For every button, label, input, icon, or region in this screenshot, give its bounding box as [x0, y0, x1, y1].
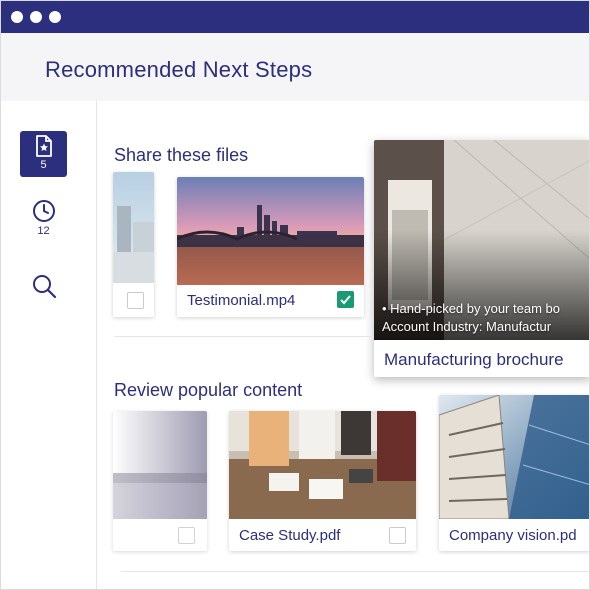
file-thumbnail [229, 411, 416, 519]
file-thumbnail [113, 172, 154, 283]
recent-count: 12 [37, 225, 50, 237]
file-name: Testimonial.mp4 [187, 292, 296, 309]
recommendation-reason: • Hand-picked by your team bo [382, 301, 560, 316]
sidebar-item-search[interactable] [20, 273, 67, 304]
file-thumbnail [113, 411, 207, 519]
file-thumbnail [177, 177, 364, 285]
file-card[interactable]: Testimonial.mp4 [177, 177, 364, 317]
sidebar-item-recommended[interactable]: 5 [20, 131, 67, 177]
recommended-count: 5 [40, 159, 47, 171]
starred-file-icon [35, 135, 52, 157]
file-name: Case Study.pdf [239, 527, 341, 544]
select-checkbox[interactable] [127, 292, 144, 309]
file-thumbnail: • Hand-picked by your team bo Account In… [374, 140, 589, 340]
window-dot-icon[interactable] [11, 11, 23, 23]
recommendation-reason: Account Industry: Manufactur [382, 319, 552, 334]
file-card[interactable] [113, 411, 207, 551]
window-dot-icon[interactable] [49, 11, 61, 23]
file-thumbnail [439, 395, 589, 519]
section-title-share: Share these files [114, 145, 249, 165]
search-icon [32, 275, 56, 299]
checkmark-icon [340, 295, 351, 305]
sidebar-item-recent[interactable]: 12 [20, 199, 67, 237]
select-checkbox[interactable] [178, 527, 195, 544]
file-card-highlighted[interactable]: • Hand-picked by your team bo Account In… [374, 140, 589, 377]
title-bar [1, 1, 589, 33]
sidebar: 5 12 [1, 101, 97, 589]
file-name: Manufacturing brochure [384, 350, 564, 369]
file-card[interactable]: Company vision.pd [439, 395, 589, 551]
page-title: Recommended Next Steps [45, 57, 313, 82]
page-header: Recommended Next Steps [1, 33, 589, 101]
clock-icon [32, 200, 55, 222]
section-divider [121, 571, 589, 572]
section-title-review: Review popular content [114, 380, 303, 400]
select-checkbox[interactable] [337, 291, 354, 308]
window-dot-icon[interactable] [30, 11, 42, 23]
select-checkbox[interactable] [389, 527, 406, 544]
section-divider [114, 336, 374, 337]
file-name: Company vision.pd [449, 527, 577, 544]
file-card[interactable]: Case Study.pdf [229, 411, 416, 551]
file-card[interactable] [113, 172, 154, 317]
app-window: Recommended Next Steps 5 12 Share these … [0, 0, 590, 590]
